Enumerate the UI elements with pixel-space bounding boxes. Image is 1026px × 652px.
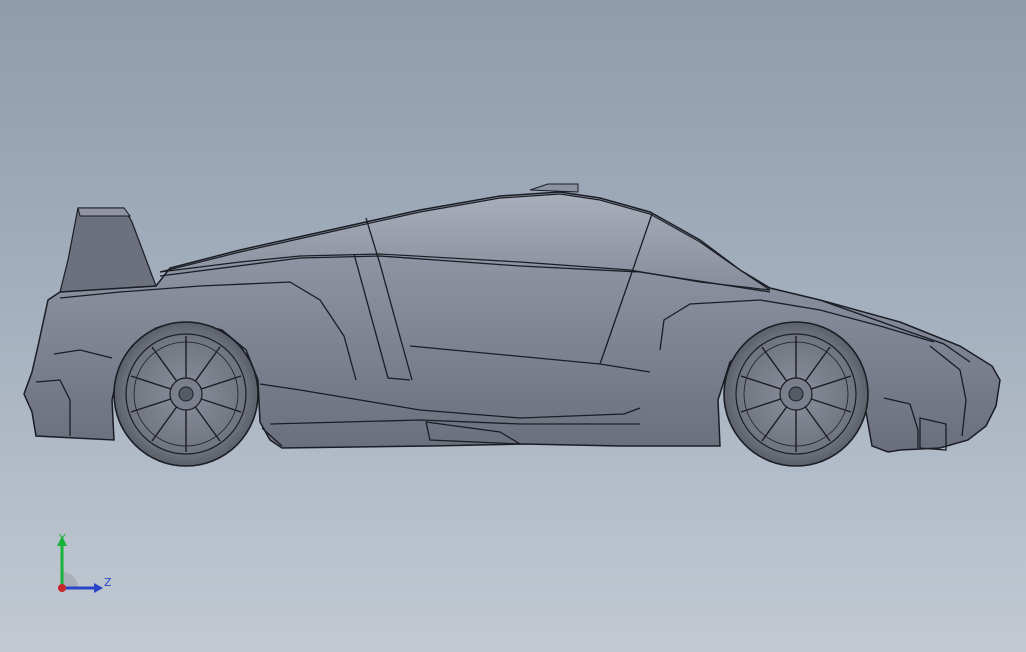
car-model[interactable]	[0, 0, 1026, 652]
roof-intake	[529, 183, 579, 193]
axis-triad: Y Z	[57, 532, 112, 593]
rear-wheel	[113, 321, 259, 467]
origin-marker	[58, 584, 66, 592]
cad-viewport[interactable]: Y Z	[0, 0, 1026, 652]
front-wheel	[723, 321, 869, 467]
z-axis-label: Z	[104, 576, 112, 589]
y-axis-label: Y	[58, 532, 66, 545]
